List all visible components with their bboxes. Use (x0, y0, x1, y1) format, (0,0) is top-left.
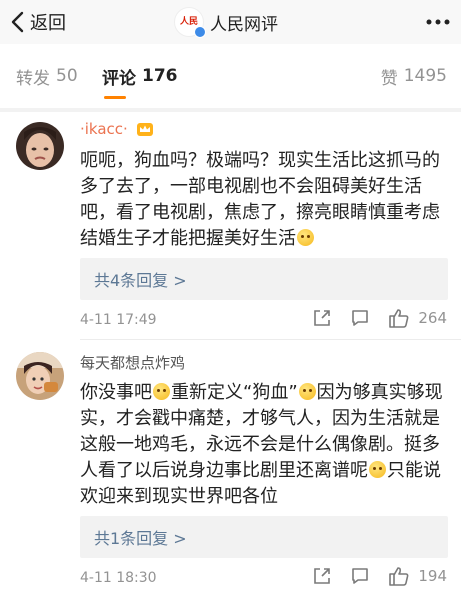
vip-crown-icon (136, 123, 153, 136)
comment-text-part: 你没事吧 (80, 382, 152, 403)
comment-text: 呃呃，狗血吗？极端吗？现实生活比这抓马的多了去了，一部电视剧也不会阻碍美好生活吧… (80, 148, 448, 252)
account-name: 人民网评 (210, 14, 278, 35)
like-count: 264 (418, 309, 447, 327)
reply-button[interactable] (350, 566, 370, 586)
view-replies-button[interactable]: 共4条回复 > (80, 258, 448, 300)
account-logo: 人民 (179, 16, 198, 27)
like-button[interactable]: 194 (388, 566, 447, 586)
tab-repost[interactable]: 转发 50 (16, 44, 78, 108)
back-button[interactable]: 返回 (10, 0, 66, 44)
thumbs-up-icon (389, 309, 409, 328)
navigation-bar: 返回 人民 人民网评 (0, 0, 461, 45)
share-button[interactable] (312, 308, 332, 328)
view-replies-button[interactable]: 共1条回复 > (80, 516, 448, 558)
comment-actions: 194 (312, 566, 447, 586)
active-tab-indicator (104, 96, 126, 99)
tab-bar: 转发 50 评论 176 赞 1495 (0, 44, 461, 108)
page-title[interactable]: 人民 人民网评 (174, 0, 278, 44)
comment-text: 你没事吧 重新定义“狗血” 因为够真实够现实，才会戳中痛楚，才够气人，因为生活就是这… (80, 380, 448, 510)
comment-icon (352, 568, 369, 584)
share-icon (314, 310, 331, 326)
comment-timestamp: 4-11 18:30 (80, 570, 157, 586)
tab-comments-count: 176 (142, 66, 178, 86)
share-icon (314, 568, 331, 584)
reply-button[interactable] (350, 308, 370, 328)
chevron-left-icon (11, 11, 24, 33)
back-label: 返回 (30, 13, 66, 34)
smile-emoji-icon (297, 229, 314, 246)
tab-likes-label: 赞 (380, 68, 398, 89)
thumbs-up-icon (389, 567, 409, 586)
tab-likes-count: 1495 (403, 66, 447, 86)
comment-text-part: 重新定义“狗血” (171, 382, 298, 403)
tab-comments-label: 评论 (102, 68, 136, 89)
comment-username[interactable]: ·ikacc· (80, 120, 154, 138)
like-count: 194 (418, 567, 447, 585)
comment-timestamp: 4-11 17:49 (80, 312, 157, 328)
like-button[interactable]: 264 (388, 308, 447, 328)
tab-repost-label: 转发 (16, 68, 50, 89)
comment-item: ·ikacc· 呃呃，狗血吗？极端吗？现实生活比这抓马的多了去了，一部电视剧也不… (0, 112, 461, 340)
avatar-image (16, 352, 64, 400)
comment-item: 每天都想点炸鸡 你没事吧 重新定义“狗血” 因为够真实够现实，才会戳中痛楚，才够气人… (0, 340, 461, 600)
comment-username[interactable]: 每天都想点炸鸡 (80, 352, 185, 373)
share-button[interactable] (312, 566, 332, 586)
avatar[interactable] (16, 352, 64, 400)
username-text: ·ikacc· (80, 120, 128, 138)
tab-repost-count: 50 (56, 66, 78, 86)
tab-likes[interactable]: 赞 1495 (381, 44, 447, 108)
comment-icon (352, 310, 369, 326)
comment-actions: 264 (312, 308, 447, 328)
tongue-emoji-icon (369, 461, 386, 478)
replies-link-text: 共1条回复 > (94, 529, 187, 548)
more-dots-icon (426, 19, 450, 25)
more-button[interactable] (425, 0, 451, 44)
avatar[interactable] (16, 122, 64, 170)
username-text: 每天都想点炸鸡 (80, 354, 186, 372)
replies-link-text: 共4条回复 > (94, 271, 187, 290)
smirk-emoji-icon (153, 383, 170, 400)
account-avatar[interactable]: 人民 (174, 7, 206, 38)
avatar-image (16, 122, 64, 170)
verified-badge-icon (194, 26, 206, 38)
smirk-emoji-icon (298, 383, 316, 400)
comment-text-part: 呃呃，狗血吗？极端吗？现实生活比这抓马的多了去了，一部电视剧也不会阻碍美好生活吧… (80, 150, 440, 249)
